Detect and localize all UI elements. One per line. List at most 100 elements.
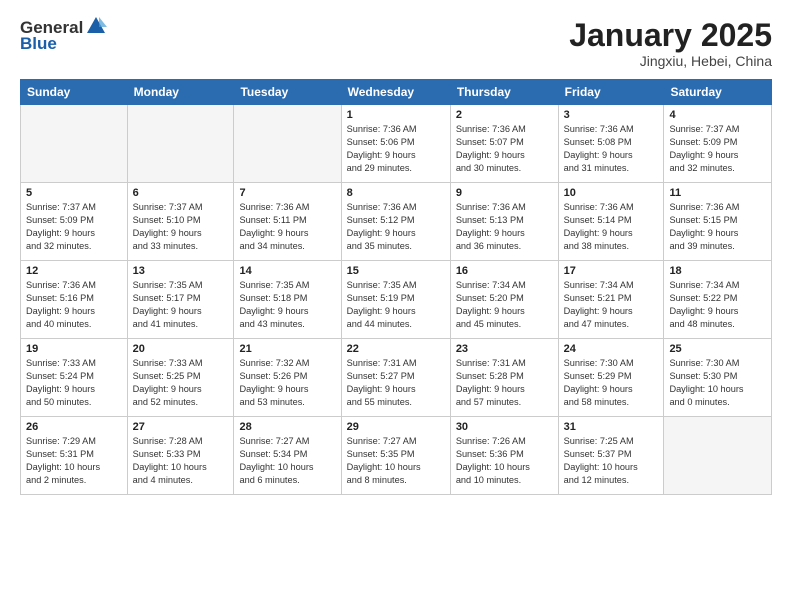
day-number: 31 (564, 421, 659, 433)
col-wednesday: Wednesday (341, 80, 450, 105)
day-number: 15 (347, 265, 445, 277)
day-number: 7 (239, 187, 335, 199)
day-number: 27 (133, 421, 229, 433)
day-content: Sunrise: 7:35 AMSunset: 5:19 PMDaylight:… (347, 279, 445, 331)
table-row: 27 Sunrise: 7:28 AMSunset: 5:33 PMDayligh… (127, 417, 234, 495)
table-row: 16Sunrise: 7:34 AMSunset: 5:20 PMDayligh… (450, 261, 558, 339)
table-row: 4 Sunrise: 7:37 AMSunset: 5:09 PMDaylight… (664, 105, 772, 183)
day-number: 11 (669, 187, 766, 199)
table-row: 9Sunrise: 7:36 AMSunset: 5:13 PMDaylight… (450, 183, 558, 261)
day-content: Sunrise: 7:31 AMSunset: 5:28 PMDaylight:… (456, 357, 553, 409)
day-number: 25 (669, 343, 766, 355)
day-number: 8 (347, 187, 445, 199)
day-content: Sunrise: 7:36 AMSunset: 5:06 PMDaylight:… (347, 123, 445, 175)
day-number: 4 (669, 109, 766, 121)
day-content: Sunrise: 7:33 AMSunset: 5:24 PMDaylight:… (26, 357, 122, 409)
table-row (21, 105, 128, 183)
table-row: 28 Sunrise: 7:27 AMSunset: 5:34 PMDayligh… (234, 417, 341, 495)
table-row: 15 Sunrise: 7:35 AMSunset: 5:19 PMDayligh… (341, 261, 450, 339)
day-number: 18 (669, 265, 766, 277)
week-row-4: 19 Sunrise: 7:33 AMSunset: 5:24 PMDayligh… (21, 339, 772, 417)
day-content: Sunrise: 7:33 AMSunset: 5:25 PMDaylight:… (133, 357, 229, 409)
day-content: Sunrise: 7:34 AMSunset: 5:21 PMDaylight:… (564, 279, 659, 331)
day-number: 1 (347, 109, 445, 121)
day-content: Sunrise: 7:36 AMSunset: 5:16 PMDaylight:… (26, 279, 122, 331)
day-number: 3 (564, 109, 659, 121)
day-number: 5 (26, 187, 122, 199)
day-number: 14 (239, 265, 335, 277)
location: Jingxiu, Hebei, China (569, 53, 772, 69)
table-row: 25 Sunrise: 7:30 AMSunset: 5:30 PMDayligh… (664, 339, 772, 417)
table-row: 5 Sunrise: 7:37 AMSunset: 5:09 PMDaylight… (21, 183, 128, 261)
day-content: Sunrise: 7:25 AMSunset: 5:37 PMDaylight:… (564, 435, 659, 487)
table-row: 1 Sunrise: 7:36 AMSunset: 5:06 PMDaylight… (341, 105, 450, 183)
day-content: Sunrise: 7:36 AMSunset: 5:13 PMDaylight:… (456, 201, 553, 253)
table-row: 29 Sunrise: 7:27 AMSunset: 5:35 PMDayligh… (341, 417, 450, 495)
week-row-1: 1 Sunrise: 7:36 AMSunset: 5:06 PMDaylight… (21, 105, 772, 183)
day-content: Sunrise: 7:35 AMSunset: 5:17 PMDaylight:… (133, 279, 229, 331)
table-row: 20 Sunrise: 7:33 AMSunset: 5:25 PMDayligh… (127, 339, 234, 417)
table-row: 8 Sunrise: 7:36 AMSunset: 5:12 PMDaylight… (341, 183, 450, 261)
table-row: 19 Sunrise: 7:33 AMSunset: 5:24 PMDayligh… (21, 339, 128, 417)
week-row-2: 5 Sunrise: 7:37 AMSunset: 5:09 PMDaylight… (21, 183, 772, 261)
table-row: 3Sunrise: 7:36 AMSunset: 5:08 PMDaylight… (558, 105, 664, 183)
day-content: Sunrise: 7:29 AMSunset: 5:31 PMDaylight:… (26, 435, 122, 487)
day-content: Sunrise: 7:34 AMSunset: 5:22 PMDaylight:… (669, 279, 766, 331)
day-content: Sunrise: 7:35 AMSunset: 5:18 PMDaylight:… (239, 279, 335, 331)
day-content: Sunrise: 7:26 AMSunset: 5:36 PMDaylight:… (456, 435, 553, 487)
day-content: Sunrise: 7:37 AMSunset: 5:09 PMDaylight:… (26, 201, 122, 253)
day-content: Sunrise: 7:37 AMSunset: 5:10 PMDaylight:… (133, 201, 229, 253)
day-content: Sunrise: 7:37 AMSunset: 5:09 PMDaylight:… (669, 123, 766, 175)
day-number: 28 (239, 421, 335, 433)
table-row: 21Sunrise: 7:32 AMSunset: 5:26 PMDayligh… (234, 339, 341, 417)
day-number: 2 (456, 109, 553, 121)
day-number: 21 (239, 343, 335, 355)
day-number: 17 (564, 265, 659, 277)
day-content: Sunrise: 7:27 AMSunset: 5:35 PMDaylight:… (347, 435, 445, 487)
day-content: Sunrise: 7:27 AMSunset: 5:34 PMDaylight:… (239, 435, 335, 487)
day-content: Sunrise: 7:30 AMSunset: 5:30 PMDaylight:… (669, 357, 766, 409)
table-row: 2Sunrise: 7:36 AMSunset: 5:07 PMDaylight… (450, 105, 558, 183)
day-content: Sunrise: 7:36 AMSunset: 5:11 PMDaylight:… (239, 201, 335, 253)
day-number: 16 (456, 265, 553, 277)
day-number: 6 (133, 187, 229, 199)
table-row: 10Sunrise: 7:36 AMSunset: 5:14 PMDayligh… (558, 183, 664, 261)
day-number: 19 (26, 343, 122, 355)
logo-icon (85, 15, 107, 37)
week-row-5: 26 Sunrise: 7:29 AMSunset: 5:31 PMDayligh… (21, 417, 772, 495)
week-row-3: 12 Sunrise: 7:36 AMSunset: 5:16 PMDayligh… (21, 261, 772, 339)
col-thursday: Thursday (450, 80, 558, 105)
day-number: 13 (133, 265, 229, 277)
table-row: 13 Sunrise: 7:35 AMSunset: 5:17 PMDayligh… (127, 261, 234, 339)
day-number: 26 (26, 421, 122, 433)
day-number: 30 (456, 421, 553, 433)
table-row: 26 Sunrise: 7:29 AMSunset: 5:31 PMDayligh… (21, 417, 128, 495)
day-number: 24 (564, 343, 659, 355)
table-row: 6 Sunrise: 7:37 AMSunset: 5:10 PMDaylight… (127, 183, 234, 261)
col-tuesday: Tuesday (234, 80, 341, 105)
table-row: 30 Sunrise: 7:26 AMSunset: 5:36 PMDayligh… (450, 417, 558, 495)
table-row: 22Sunrise: 7:31 AMSunset: 5:27 PMDayligh… (341, 339, 450, 417)
day-content: Sunrise: 7:31 AMSunset: 5:27 PMDaylight:… (347, 357, 445, 409)
day-content: Sunrise: 7:28 AMSunset: 5:33 PMDaylight:… (133, 435, 229, 487)
table-row: 31 Sunrise: 7:25 AMSunset: 5:37 PMDayligh… (558, 417, 664, 495)
logo: General Blue (20, 18, 107, 54)
table-row (234, 105, 341, 183)
day-number: 12 (26, 265, 122, 277)
day-number: 29 (347, 421, 445, 433)
header: General Blue January 2025 Jingxiu, Hebei… (20, 18, 772, 69)
table-row: 14 Sunrise: 7:35 AMSunset: 5:18 PMDayligh… (234, 261, 341, 339)
day-number: 10 (564, 187, 659, 199)
table-row (127, 105, 234, 183)
table-row: 7 Sunrise: 7:36 AMSunset: 5:11 PMDaylight… (234, 183, 341, 261)
table-row: 24Sunrise: 7:30 AMSunset: 5:29 PMDayligh… (558, 339, 664, 417)
table-row (664, 417, 772, 495)
day-number: 20 (133, 343, 229, 355)
calendar-header-row: Sunday Monday Tuesday Wednesday Thursday… (21, 80, 772, 105)
col-saturday: Saturday (664, 80, 772, 105)
page: General Blue January 2025 Jingxiu, Hebei… (0, 0, 792, 612)
col-friday: Friday (558, 80, 664, 105)
logo-blue-text: Blue (20, 34, 57, 54)
day-content: Sunrise: 7:36 AMSunset: 5:12 PMDaylight:… (347, 201, 445, 253)
month-title: January 2025 (569, 18, 772, 53)
